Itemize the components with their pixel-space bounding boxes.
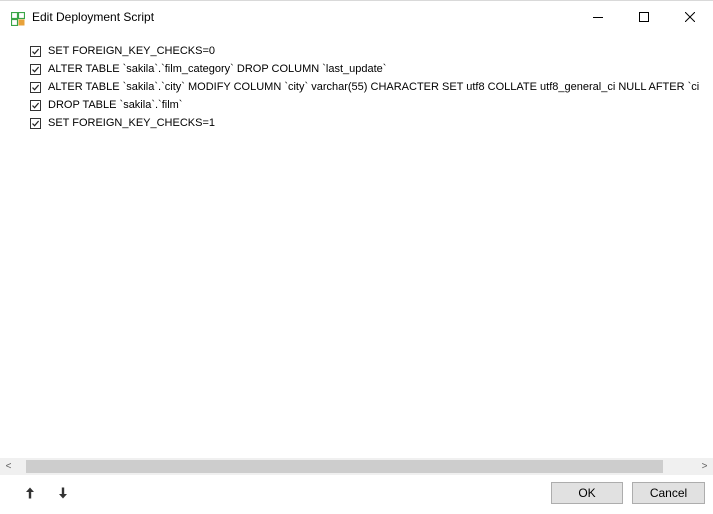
statement-text: DROP TABLE `sakila`.`film` <box>48 99 183 111</box>
arrow-up-icon <box>26 487 34 499</box>
ok-button[interactable]: OK <box>551 482 623 504</box>
window-title: Edit Deployment Script <box>32 10 155 24</box>
statement-checkbox[interactable] <box>30 63 41 75</box>
statement-checkbox[interactable] <box>30 117 41 129</box>
list-item[interactable]: DROP TABLE `sakila`.`film` <box>30 96 182 114</box>
statement-text: SET FOREIGN_KEY_CHECKS=1 <box>48 117 215 129</box>
checkmark-icon <box>32 84 40 91</box>
statement-checkbox[interactable] <box>30 45 41 57</box>
close-icon <box>685 12 695 22</box>
scroll-right-button[interactable]: > <box>696 458 713 475</box>
arrow-down-icon <box>59 487 67 499</box>
list-item[interactable]: SET FOREIGN_KEY_CHECKS=0 <box>30 42 215 60</box>
checkmark-icon <box>32 48 40 55</box>
list-item[interactable]: ALTER TABLE `sakila`.`film_category` DRO… <box>30 60 386 78</box>
move-up-button[interactable] <box>22 485 38 501</box>
checkmark-icon <box>32 102 40 109</box>
scroll-thumb[interactable] <box>26 460 663 473</box>
horizontal-scrollbar[interactable]: < > <box>0 458 713 475</box>
list-item[interactable]: SET FOREIGN_KEY_CHECKS=1 <box>30 114 215 132</box>
edit-deployment-script-window: Edit Deployment Script SET FOREIGN_KEY_C… <box>0 0 713 514</box>
minimize-icon <box>593 17 603 18</box>
scroll-left-button[interactable]: < <box>0 458 17 475</box>
title-bar[interactable]: Edit Deployment Script <box>0 1 713 33</box>
move-down-button[interactable] <box>55 485 71 501</box>
statement-text: SET FOREIGN_KEY_CHECKS=0 <box>48 45 215 57</box>
statement-checkbox[interactable] <box>30 81 41 93</box>
maximize-button[interactable] <box>621 1 667 33</box>
checkmark-icon <box>32 120 40 127</box>
close-button[interactable] <box>667 1 713 33</box>
list-item[interactable]: ALTER TABLE `sakila`.`city` MODIFY COLUM… <box>30 78 699 96</box>
statement-list: SET FOREIGN_KEY_CHECKS=0 ALTER TABLE `sa… <box>0 33 713 456</box>
maximize-icon <box>639 12 649 22</box>
checkmark-icon <box>32 66 40 73</box>
statement-text: ALTER TABLE `sakila`.`film_category` DRO… <box>48 63 387 75</box>
statement-checkbox[interactable] <box>30 99 41 111</box>
cancel-button[interactable]: Cancel <box>632 482 705 504</box>
statement-text: ALTER TABLE `sakila`.`city` MODIFY COLUM… <box>48 81 700 93</box>
minimize-button[interactable] <box>575 1 621 33</box>
dialog-footer: OK Cancel <box>0 475 713 514</box>
app-icon <box>10 11 26 27</box>
